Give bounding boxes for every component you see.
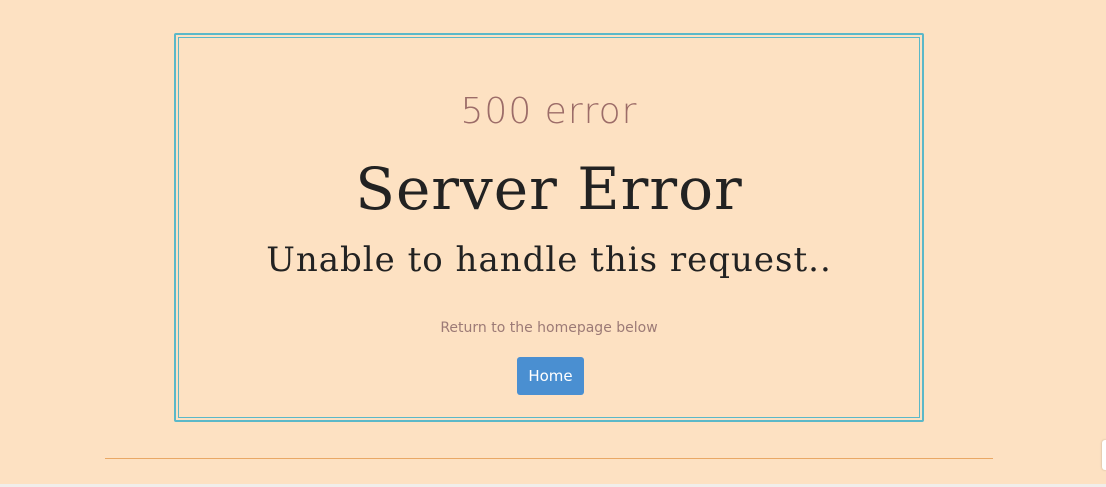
footer-divider — [105, 458, 993, 459]
home-button[interactable]: Home — [517, 357, 584, 395]
error-frame-inner: 500 error Server Error Unable to handle … — [178, 37, 920, 418]
return-homepage-text: Return to the homepage below — [440, 320, 658, 336]
error-page: 500 error Server Error Unable to handle … — [0, 0, 1106, 487]
side-tab-widget[interactable] — [1102, 440, 1106, 470]
error-subtitle: Unable to handle this request.. — [266, 240, 832, 280]
error-frame: 500 error Server Error Unable to handle … — [174, 33, 924, 422]
error-title: Server Error — [355, 155, 743, 223]
error-code: 500 error — [460, 91, 638, 132]
